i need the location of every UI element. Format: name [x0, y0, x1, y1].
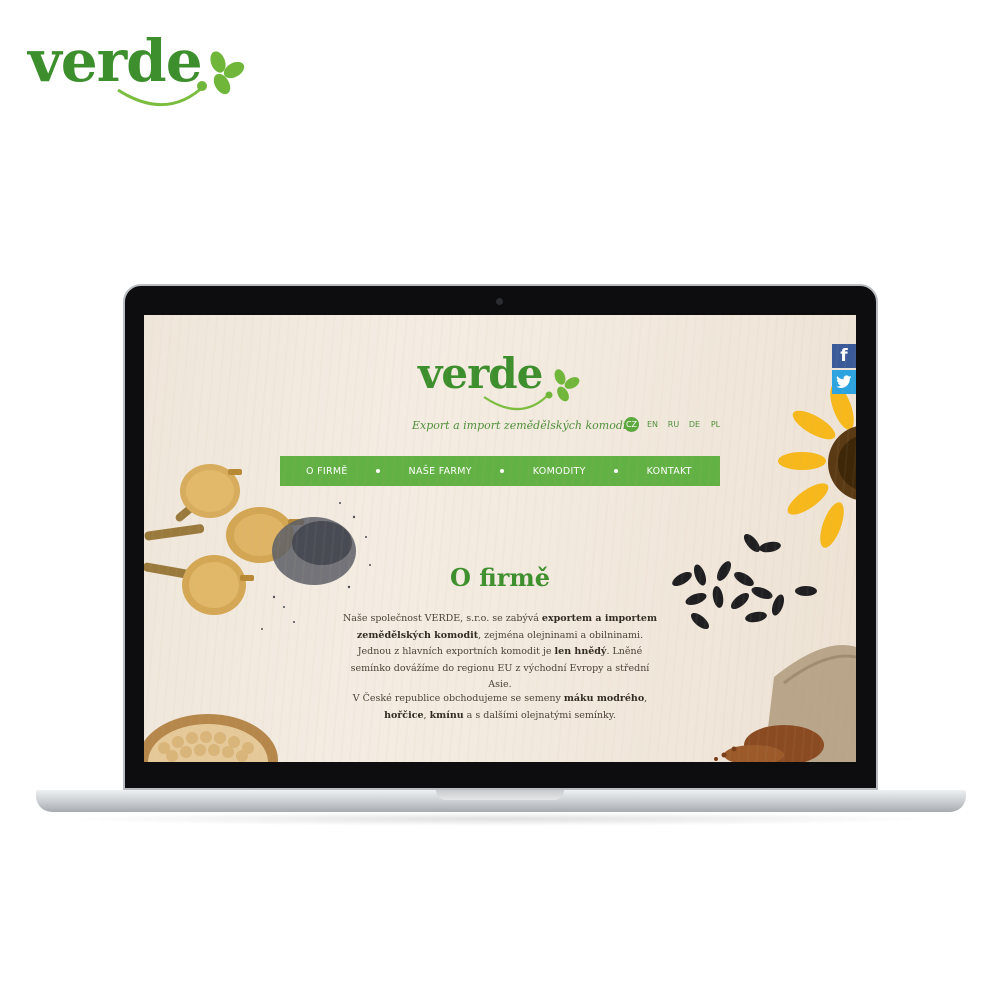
- burlap-sack-illustration: [714, 645, 856, 762]
- social-links: f: [832, 344, 856, 394]
- site-logo[interactable]: verde: [418, 347, 588, 417]
- paragraph-text: a s dalšími olejnatými semínky.: [463, 709, 616, 721]
- nav-item-kontakt[interactable]: KONTAKT: [647, 466, 692, 477]
- lang-en[interactable]: EN: [645, 417, 660, 432]
- laptop-notch: [436, 790, 564, 800]
- paragraph-text: V České republice obchodujeme se semeny: [352, 693, 564, 704]
- clover-leaf-icon: [483, 369, 580, 411]
- lang-de[interactable]: DE: [687, 417, 702, 432]
- paragraph-text: Naše společnost VERDE, s.r.o. se zabývá: [342, 613, 542, 624]
- site-tagline: Export a import zemědělských komodit: [412, 419, 631, 432]
- about-paragraph-2: V České republice obchodujeme se semeny …: [340, 691, 660, 724]
- nav-separator: [500, 469, 505, 473]
- nav-separator: [614, 469, 619, 473]
- twitter-icon[interactable]: [832, 370, 856, 394]
- clover-leaf-icon: [117, 51, 245, 107]
- website-screen: verde Export a import zemědělských komod…: [144, 315, 856, 762]
- paragraph-emphasis: máku modrého: [563, 693, 645, 704]
- lang-cz[interactable]: CZ: [624, 417, 639, 432]
- laptop-shadow: [60, 812, 940, 826]
- about-paragraph-1: Naše společnost VERDE, s.r.o. se zabývá …: [340, 611, 660, 694]
- sunflower-illustration: [778, 384, 856, 548]
- nav-item-komodity[interactable]: KOMODITY: [533, 466, 586, 477]
- lang-ru[interactable]: RU: [666, 417, 681, 432]
- paragraph-text: ,: [644, 693, 648, 704]
- main-nav: O FIRMĚ NAŠE FARMY KOMODITY KONTAKT: [280, 456, 720, 486]
- camera-icon: [496, 298, 503, 305]
- nav-separator: [376, 469, 381, 473]
- language-switcher: CZ EN RU DE PL: [624, 417, 723, 432]
- section-title: O firmě: [449, 563, 551, 592]
- nav-item-nase-farmy[interactable]: NAŠE FARMY: [409, 466, 472, 477]
- nav-item-o-firme[interactable]: O FIRMĚ: [306, 466, 348, 477]
- facebook-icon[interactable]: f: [832, 344, 856, 368]
- lang-pl[interactable]: PL: [708, 417, 723, 432]
- brand-logo: verde: [28, 22, 245, 112]
- chickpea-bowl-illustration: [144, 714, 278, 762]
- paragraph-emphasis: hořčice: [384, 709, 424, 721]
- paragraph-emphasis: len hnědý: [554, 646, 607, 657]
- paragraph-emphasis: kmínu: [429, 709, 464, 721]
